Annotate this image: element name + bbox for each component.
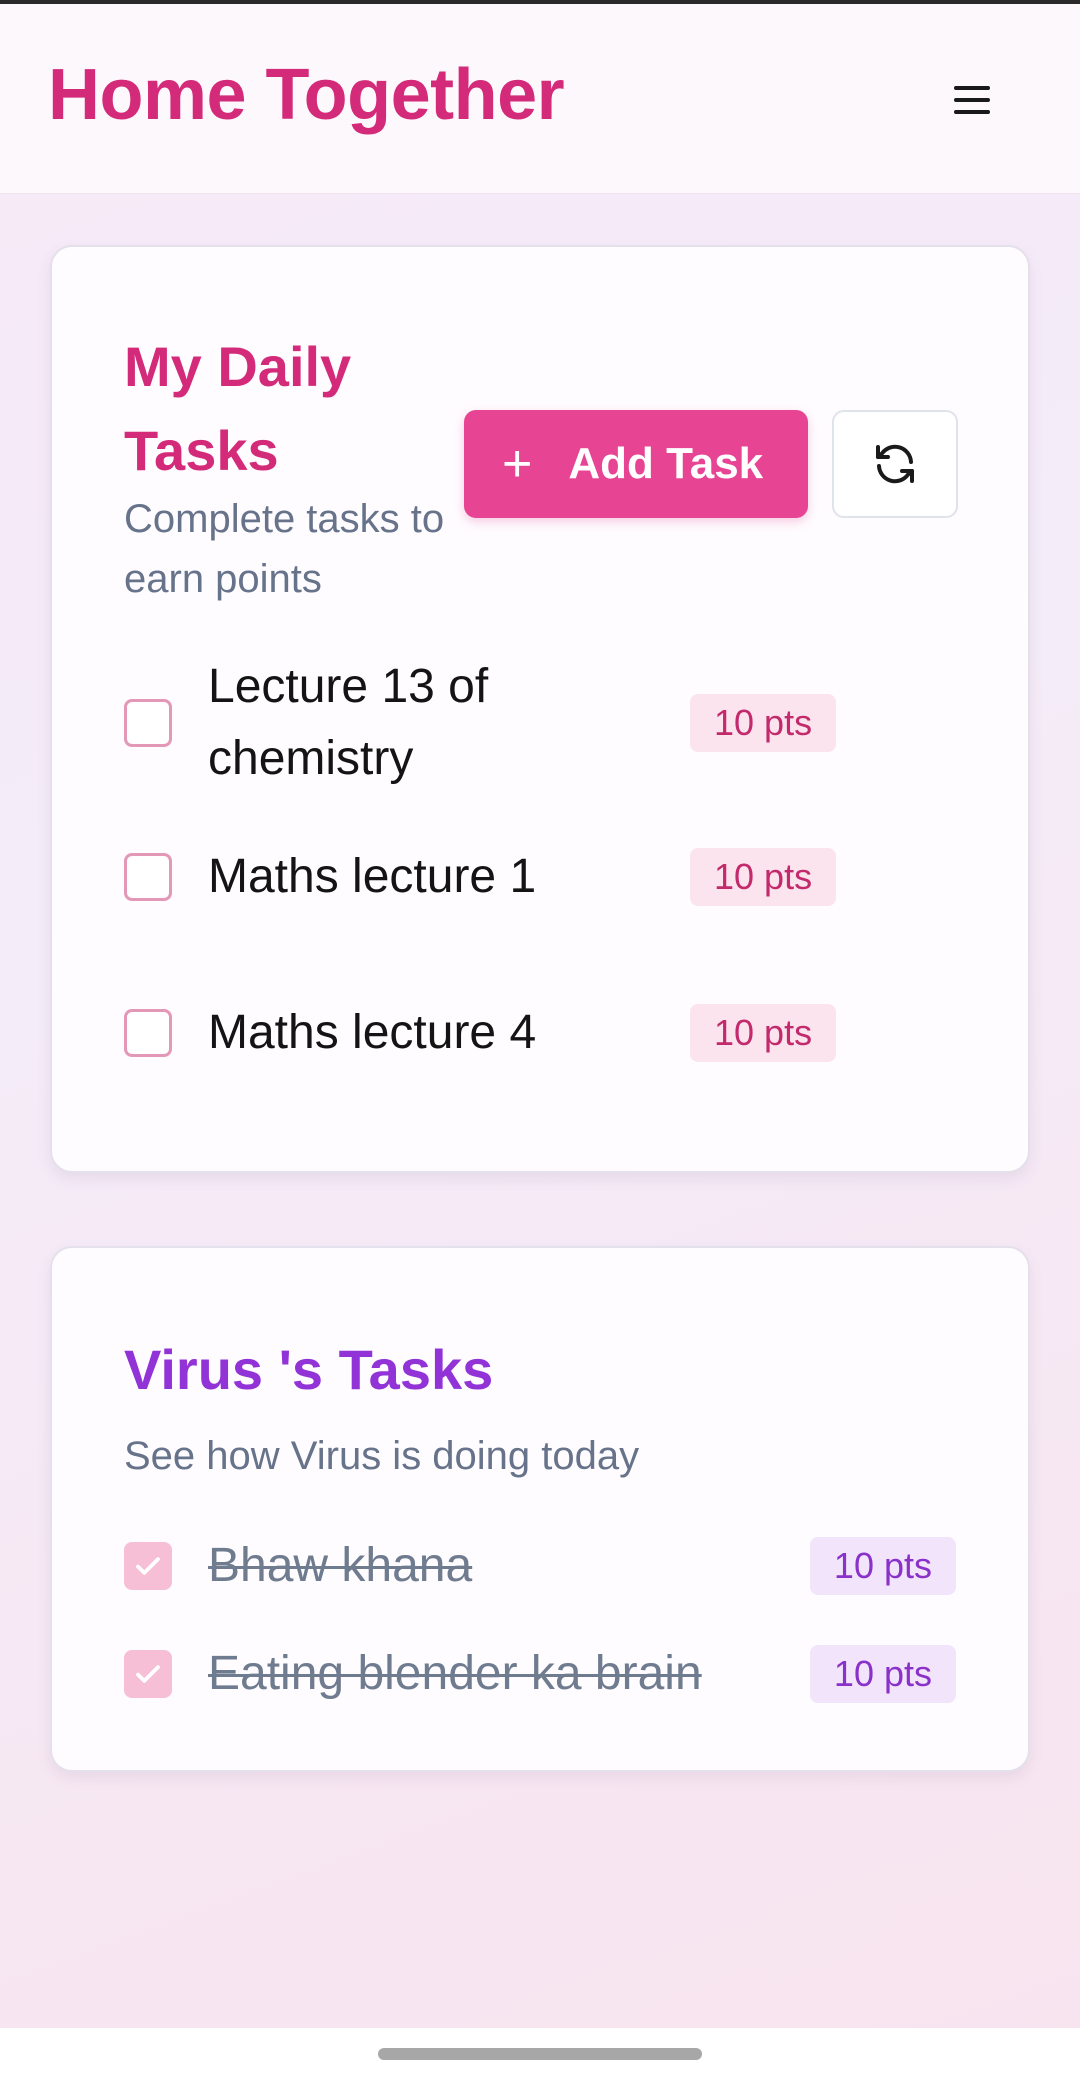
refresh-icon bbox=[876, 444, 914, 484]
task-checkbox-checked bbox=[124, 1650, 172, 1698]
list-item[interactable]: Maths lecture 4 10 pts bbox=[124, 993, 956, 1073]
app-header: Home Together bbox=[0, 4, 1080, 194]
task-label: Lecture 13 of chemistry bbox=[208, 660, 489, 785]
home-indicator-bar bbox=[0, 2028, 1080, 2074]
points-badge: 10 pts bbox=[809, 1645, 956, 1703]
partner-tasks-card: Virus 's Tasks See how Virus is doing to… bbox=[50, 1246, 1030, 1772]
checkmark-icon bbox=[136, 1665, 160, 1683]
task-label: Maths lecture 1 bbox=[208, 850, 537, 903]
list-item: Bhaw khana 10 pts bbox=[124, 1526, 956, 1606]
my-daily-tasks-card: My Daily Tasks Complete tasks to earn po… bbox=[50, 245, 1030, 1173]
add-task-button[interactable]: + Add Task bbox=[464, 410, 808, 518]
plus-icon: + bbox=[502, 435, 533, 493]
points-badge: 10 pts bbox=[690, 1004, 837, 1062]
task-checkbox[interactable] bbox=[124, 699, 172, 747]
points-badge: 10 pts bbox=[690, 848, 837, 906]
points-badge: 10 pts bbox=[809, 1537, 956, 1595]
task-label: Bhaw khana bbox=[208, 1539, 473, 1592]
points-badge: 10 pts bbox=[690, 694, 837, 752]
partner-tasks-title: Virus 's Tasks bbox=[124, 1338, 494, 1401]
hamburger-menu-icon[interactable] bbox=[940, 76, 1004, 124]
list-item: Eating blender ka brain 10 pts bbox=[124, 1634, 956, 1714]
task-label: Maths lecture 4 bbox=[208, 1006, 537, 1059]
app-title: Home Together bbox=[48, 55, 565, 135]
my-tasks-subtitle: Complete tasks to earn points bbox=[124, 497, 445, 601]
refresh-button[interactable] bbox=[832, 410, 958, 518]
task-label: Eating blender ka brain bbox=[208, 1647, 702, 1700]
task-checkbox[interactable] bbox=[124, 853, 172, 901]
partner-tasks-subtitle: See how Virus is doing today bbox=[124, 1434, 640, 1478]
checkmark-icon bbox=[136, 1557, 160, 1575]
list-item[interactable]: Maths lecture 1 10 pts bbox=[124, 837, 956, 917]
my-tasks-title: My Daily Tasks bbox=[124, 335, 352, 482]
list-item[interactable]: Lecture 13 of chemistry 10 pts bbox=[124, 649, 956, 797]
task-checkbox[interactable] bbox=[124, 1009, 172, 1057]
task-checkbox-checked bbox=[124, 1542, 172, 1590]
add-task-label: Add Task bbox=[568, 439, 764, 488]
